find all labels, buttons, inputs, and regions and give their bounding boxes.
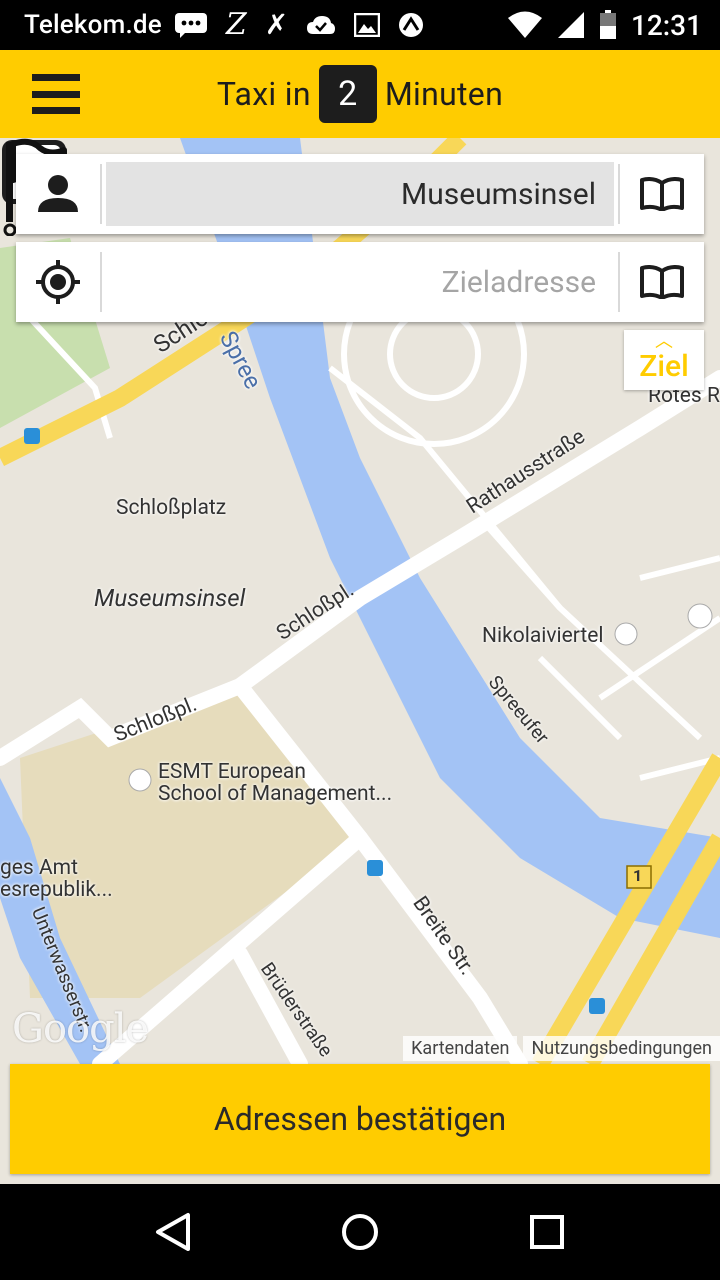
app-bar: Taxi in 2 Minuten	[0, 50, 720, 138]
app-icon	[398, 12, 424, 38]
person-icon	[16, 154, 100, 234]
map-label-amt-2: esrepublik...	[0, 878, 113, 902]
status-bar: Telekom.de Z ✗ 12:31	[0, 0, 720, 50]
campus-area	[20, 686, 360, 998]
signal-icon	[557, 11, 585, 39]
pickup-pin-label: Museumsinsel	[94, 584, 246, 612]
google-logo: Google	[12, 1006, 149, 1052]
back-icon[interactable]	[143, 1202, 203, 1262]
xing-icon: ✗	[264, 8, 289, 41]
clock: 12:31	[630, 8, 702, 42]
title-prefix: Taxi in	[216, 75, 311, 113]
recents-icon[interactable]	[517, 1202, 577, 1262]
wifi-icon	[507, 11, 543, 39]
confirm-area: Adressen bestätigen	[0, 1064, 720, 1184]
title-suffix: Minuten	[384, 75, 504, 113]
minutes-badge: 2	[318, 65, 377, 123]
image-icon	[354, 13, 381, 37]
message-icon	[174, 12, 208, 38]
pickup-address-input[interactable]: Museumsinsel	[106, 162, 614, 226]
system-icons: 12:31	[507, 0, 702, 50]
pickup-address-book-icon[interactable]	[620, 154, 704, 234]
cloud-icon	[306, 14, 336, 36]
ziel-button[interactable]: ︿ Ziel	[624, 330, 704, 390]
map-label-nikolaiviertel: Nikolaiviertel	[482, 624, 604, 648]
z-icon: Z	[225, 7, 247, 42]
destination-address-input[interactable]: Zieladresse	[106, 250, 614, 314]
eta-title: Taxi in 2 Minuten	[0, 50, 720, 138]
home-icon[interactable]	[330, 1202, 390, 1262]
road-number: 1	[633, 866, 643, 885]
divider	[100, 252, 102, 312]
notification-icons: Z ✗	[174, 10, 424, 40]
map-footer: Kartendaten Nutzungsbedingungen	[403, 1036, 720, 1061]
battery-icon	[599, 10, 617, 40]
carrier-name: Telekom.de	[24, 10, 162, 40]
location-target-icon[interactable]	[16, 242, 100, 322]
pickup-address-card: Museumsinsel	[16, 154, 704, 234]
navigation-bar	[0, 1184, 720, 1280]
divider	[100, 164, 102, 224]
terms-link[interactable]: Nutzungsbedingungen	[523, 1036, 720, 1061]
ziel-label: Ziel	[639, 348, 689, 384]
map-label-esmt-1: ESMT European	[158, 760, 306, 784]
destination-address-card: Zieladresse	[16, 242, 704, 322]
chevron-up-icon: ︿	[655, 330, 673, 352]
map-data-link[interactable]: Kartendaten	[403, 1036, 518, 1061]
map-label-schlossplatz: Schloßplatz	[116, 496, 227, 520]
map-label-amt-1: ges Amt	[0, 856, 78, 880]
destination-address-book-icon[interactable]	[620, 242, 704, 322]
confirm-addresses-button[interactable]: Adressen bestätigen	[10, 1064, 710, 1174]
hamburger-menu-icon[interactable]	[32, 74, 80, 114]
map-label-esmt-2: School of Management...	[158, 782, 393, 806]
